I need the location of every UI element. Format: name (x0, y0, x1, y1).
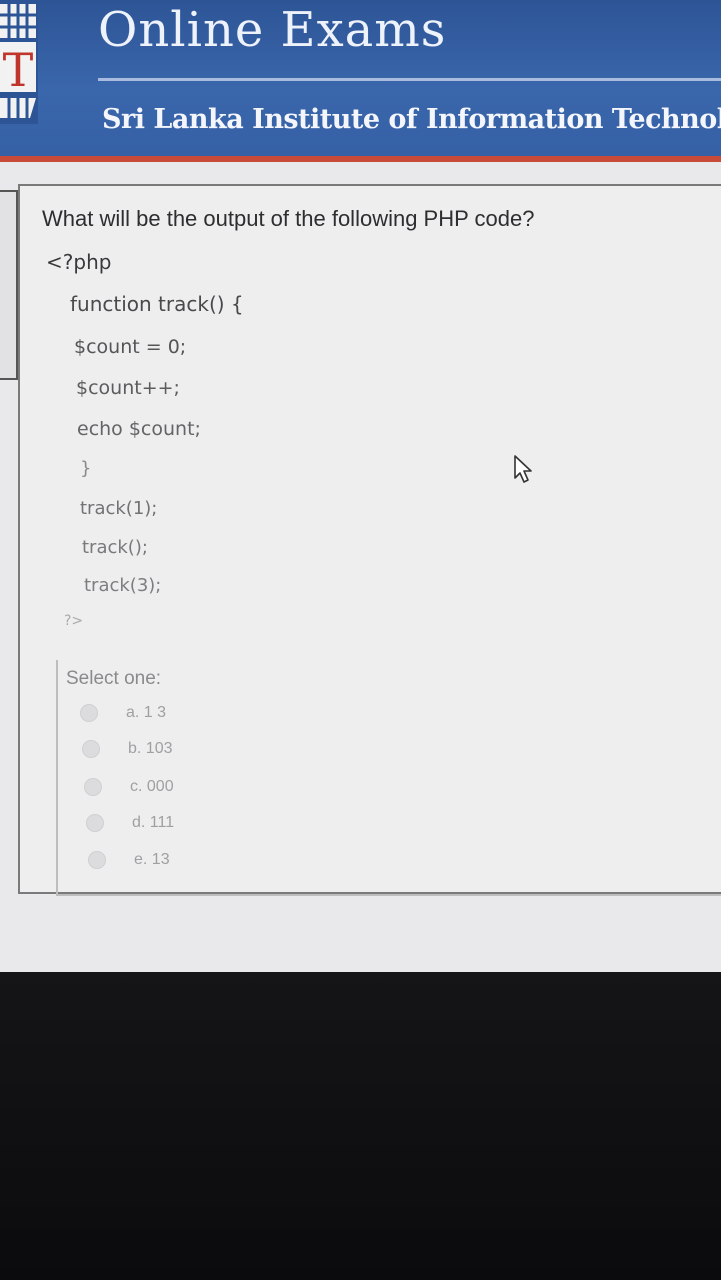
radio-button[interactable] (82, 740, 100, 758)
arrow-cursor-icon (514, 455, 532, 483)
answer-option-c[interactable]: c. 000 (84, 778, 174, 796)
answer-option-e[interactable]: e. 13 (88, 851, 170, 869)
radio-button[interactable] (86, 814, 104, 832)
svg-text:T: T (3, 43, 34, 97)
question-nav-panel[interactable] (0, 190, 18, 380)
code-line: track(1); (80, 498, 158, 519)
answer-option-b[interactable]: b. 103 (82, 740, 172, 758)
answer-option-label: a. 1 3 (126, 704, 167, 721)
radio-button[interactable] (88, 851, 106, 869)
header-divider (98, 78, 721, 81)
code-line: track(); (82, 537, 148, 558)
code-line: function track() { (70, 292, 244, 316)
answer-option-label: c. 000 (130, 778, 174, 795)
select-one-label: Select one: (66, 668, 162, 689)
answer-option-d[interactable]: d. 111 (86, 814, 174, 832)
institute-name: Sri Lanka Institute of Information Techn… (102, 104, 721, 135)
answer-option-label: d. 111 (132, 814, 175, 831)
code-line: $count++; (76, 377, 180, 399)
answer-option-a[interactable]: a. 1 3 (80, 704, 166, 722)
radio-button[interactable] (80, 704, 98, 722)
institute-logo: T (0, 0, 38, 124)
code-line: track(3); (84, 575, 162, 596)
answer-option-label: b. 103 (128, 740, 173, 757)
radio-button[interactable] (84, 778, 102, 796)
exam-screen: T Online Exams Sri Lanka Institute of In… (0, 0, 721, 972)
code-line: echo $count; (77, 418, 201, 440)
question-text: What will be the output of the following… (42, 206, 535, 231)
site-header: T Online Exams Sri Lanka Institute of In… (0, 0, 721, 162)
monitor-bezel (0, 972, 721, 1280)
code-line: ?> (64, 613, 84, 629)
answer-option-label: e. 13 (134, 851, 170, 868)
code-line: $count = 0; (74, 336, 187, 358)
app-title: Online Exams (98, 2, 447, 58)
code-line: } (80, 458, 92, 479)
code-line: <?php (46, 250, 112, 274)
